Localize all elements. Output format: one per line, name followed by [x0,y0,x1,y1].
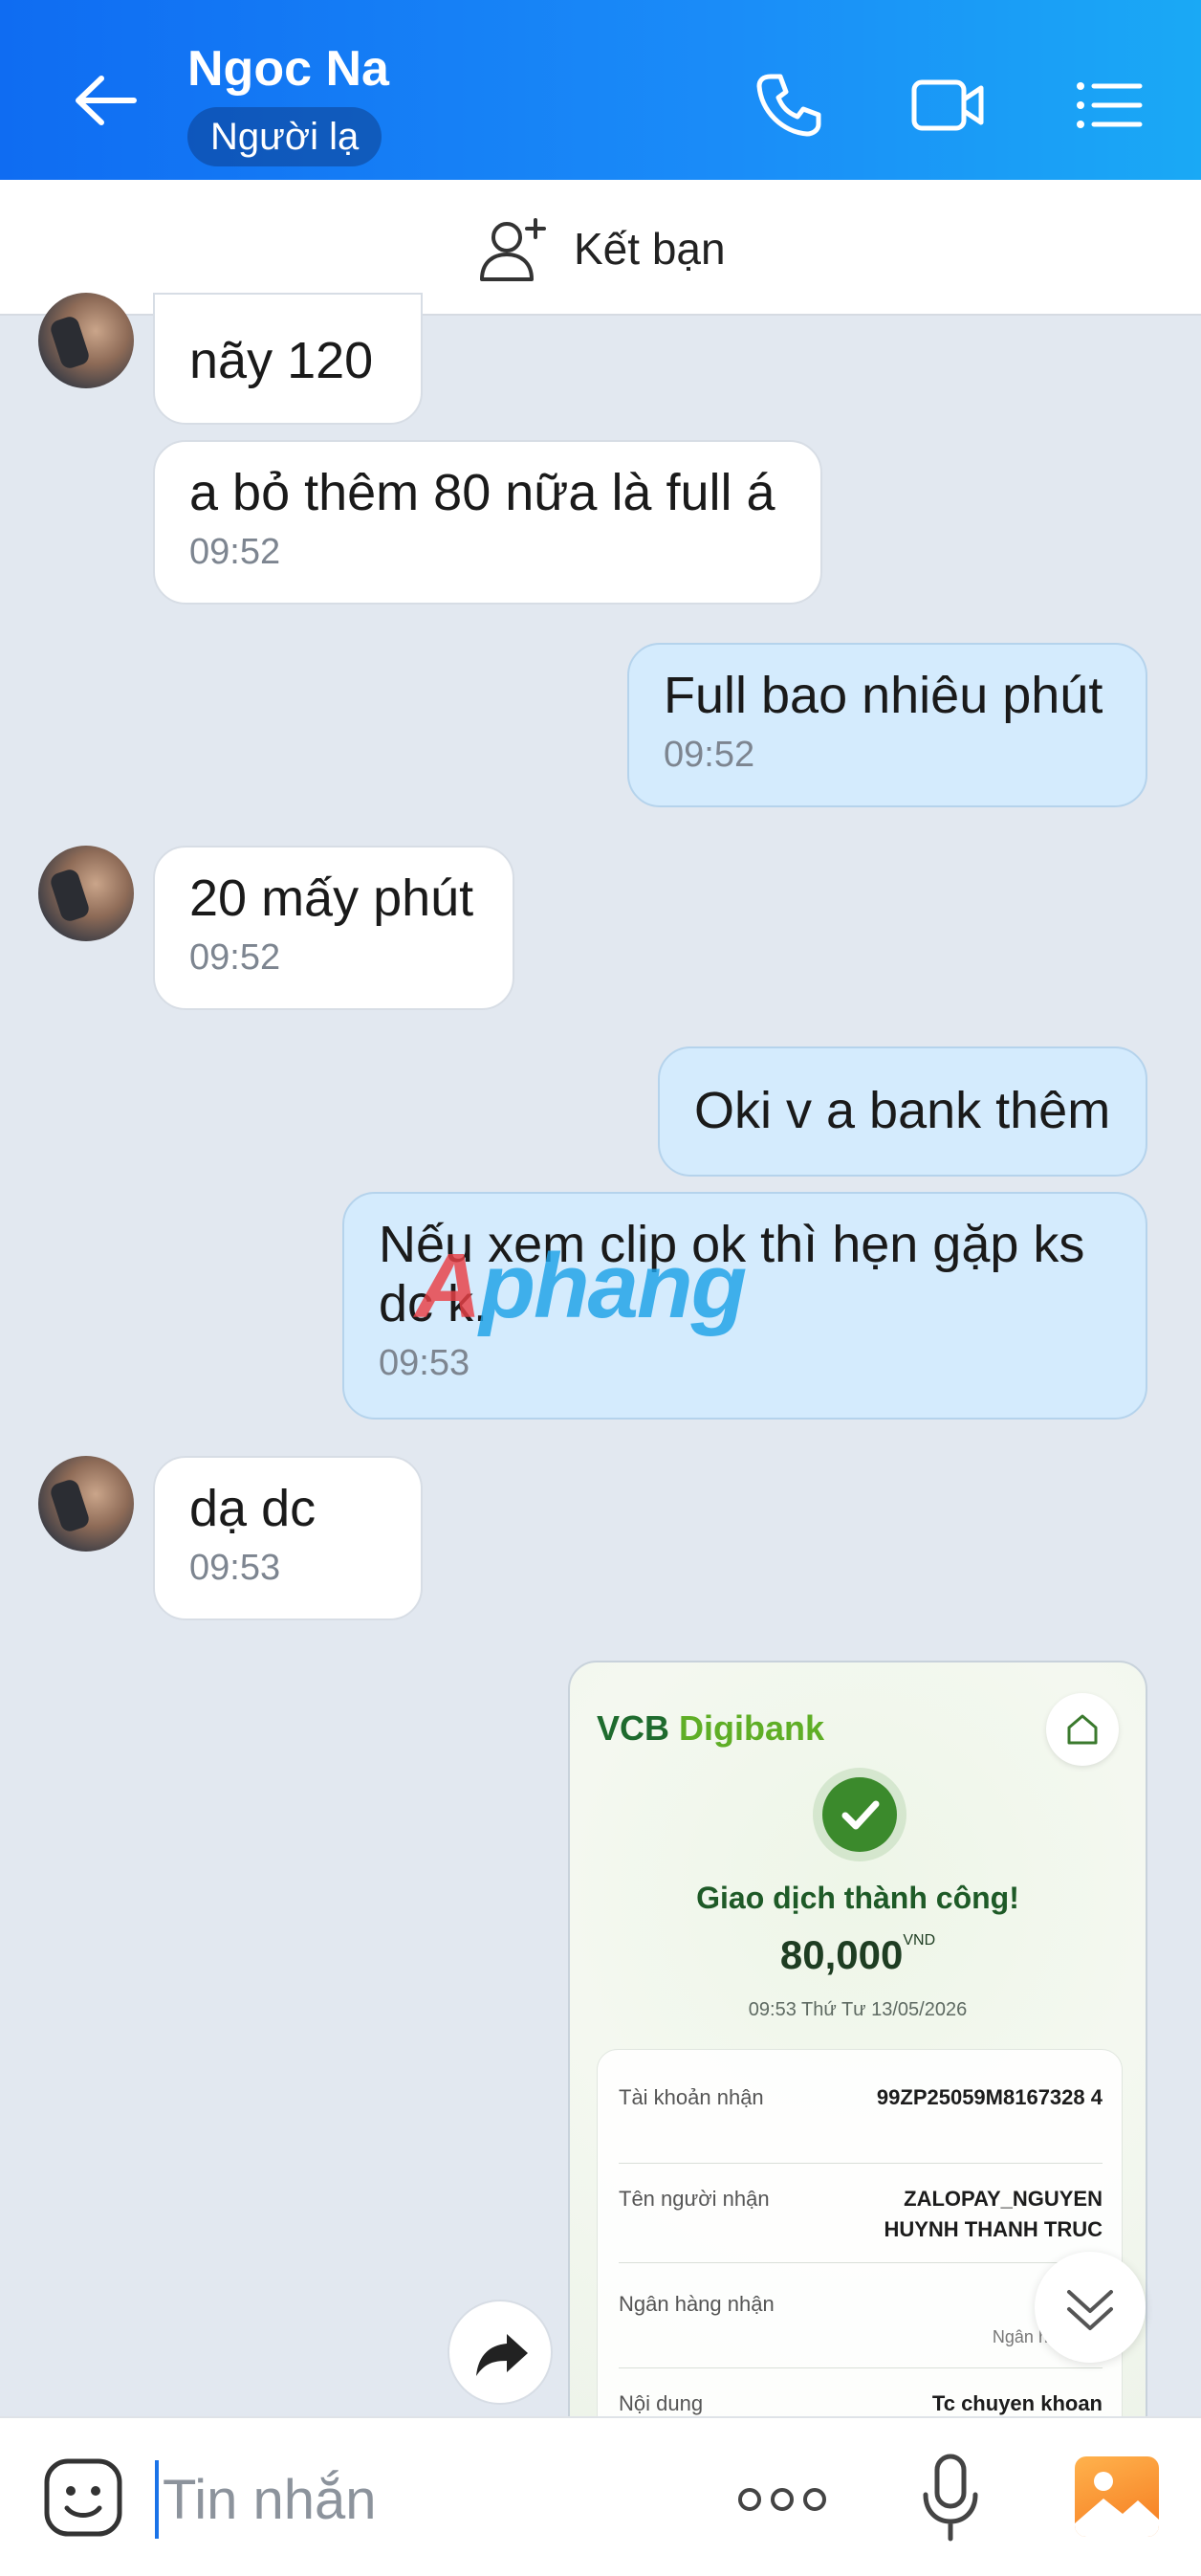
menu-list-icon[interactable] [1071,67,1147,143]
add-friend-icon [480,218,546,281]
message-bubble[interactable]: dạ dc 09:53 [153,1456,423,1620]
message-text: nãy 120 [189,332,374,389]
message-time: 09:52 [189,937,281,978]
transaction-amount: 80,000VND [779,1932,936,1977]
message-text: 20 mấy phút [189,870,474,927]
message-bubble[interactable]: nãy 120 [153,293,423,425]
avatar[interactable] [38,293,134,388]
double-chevron-down-icon [1067,2290,1113,2330]
detail-row: Tên người nhận ZALOPAY_NGUYEN HUYNH THANH… [619,2187,1103,2241]
transaction-datetime: 09:53 Thứ Tư 13/05/2026 [748,1999,968,2020]
add-friend-button[interactable]: Kết bạn [476,210,726,287]
detail-row: Ngân hàng nhậnNgân hàng Ba [619,2292,1103,2346]
text-cursor [155,2460,159,2539]
message-text: Full bao nhiêu phút [664,667,1103,724]
more-options-icon[interactable] [736,2476,828,2523]
message-input[interactable] [163,2456,641,2543]
message-bubble[interactable]: 20 mấy phút 09:52 [153,846,514,1010]
message-text: a bỏ thêm 80 nữa là full á [189,464,775,521]
watermark-logo: Aphang [415,1235,747,1337]
scroll-to-bottom-button[interactable] [1035,2252,1146,2363]
phone-call-icon[interactable] [750,67,826,143]
stranger-badge: Người lạ [187,107,382,166]
detail-row: Nội dung Tc chuyen khoan [619,2391,1103,2415]
vcb-digibank-logo: VCB Digibank [597,1708,825,1748]
back-arrow-icon[interactable] [67,67,143,134]
sticker-emoji-icon[interactable] [42,2456,124,2539]
detail-row: Tài khoản nhận 99ZP25059M8167328 4 [619,2085,1103,2109]
contact-name[interactable]: Ngoc Na [187,40,389,98]
gallery-photo-icon[interactable] [1075,2456,1159,2537]
chat-header: Ngoc Na Người lạ [0,0,1201,180]
home-icon [1046,1693,1119,1766]
message-time: 09:52 [664,735,755,775]
transaction-details: Tài khoản nhận 99ZP25059M8167328 4 Tên ng… [597,2049,1123,2424]
share-forward-button[interactable] [448,2300,553,2405]
message-text: dạ dc [189,1480,317,1537]
microphone-icon[interactable] [920,2453,981,2544]
avatar[interactable] [38,846,134,941]
forward-arrow-icon [476,2334,528,2376]
message-time: 09:52 [189,532,281,572]
message-bubble[interactable]: Oki v a bank thêm [658,1046,1147,1177]
transaction-status: Giao dịch thành công! [696,1881,1019,1915]
message-time: 09:53 [379,1343,470,1383]
message-input-bar [0,2416,1201,2576]
video-call-icon[interactable] [910,67,987,143]
avatar[interactable] [38,1456,134,1552]
success-check-icon [822,1777,897,1852]
add-friend-label: Kết bạn [574,224,726,274]
message-time: 09:53 [189,1548,281,1588]
message-bubble[interactable]: a bỏ thêm 80 nữa là full á 09:52 [153,440,822,605]
message-bubble[interactable]: Full bao nhiêu phút 09:52 [627,643,1147,807]
message-text: Oki v a bank thêm [694,1082,1111,1139]
